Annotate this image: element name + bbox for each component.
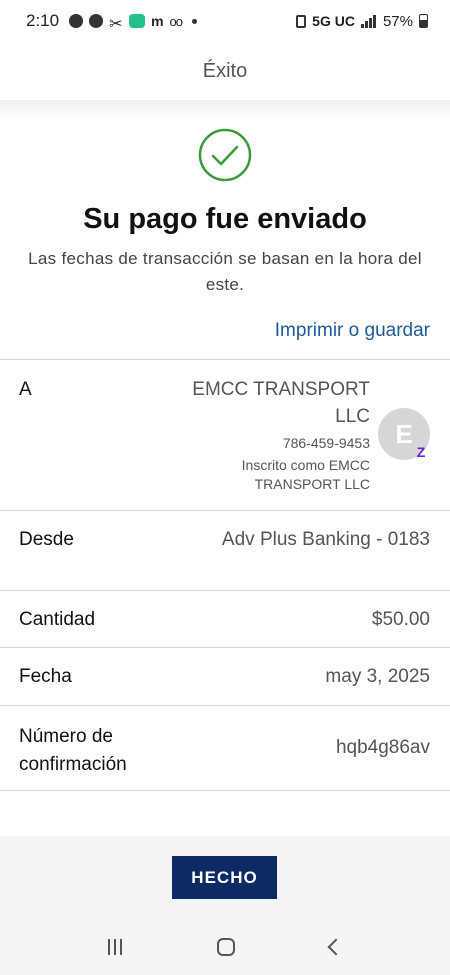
back-icon[interactable] <box>327 938 345 955</box>
header: Éxito <box>0 42 450 100</box>
app-notification-icon: ✂ <box>109 16 123 33</box>
divider <box>0 510 450 511</box>
page-title: Éxito <box>202 59 248 82</box>
signal-icon <box>360 14 377 28</box>
confirmation-value: hqb4g86av <box>335 737 430 758</box>
battery-percent: 57% <box>382 12 413 30</box>
amount-label: Cantidad <box>19 609 96 630</box>
to-label: A <box>19 379 32 400</box>
success-subtitle: Las fechas de transacción se basan en la… <box>28 249 422 294</box>
recipient-phone: 786-459-9453 <box>282 435 370 451</box>
home-icon[interactable] <box>216 937 235 956</box>
sim-icon <box>296 14 307 28</box>
date-label: Fecha <box>19 666 72 687</box>
status-bar-right: 5G UC 57% <box>296 13 428 30</box>
date-value: may 3, 2025 <box>325 666 430 687</box>
done-button[interactable]: HECHO <box>172 856 277 899</box>
divider <box>0 359 450 360</box>
battery-icon <box>419 14 428 28</box>
amount-value: $50.00 <box>371 609 430 630</box>
messenger-icon <box>89 14 104 28</box>
zelle-icon: Z <box>416 444 426 460</box>
divider <box>0 790 450 791</box>
more-notifications-icon <box>192 18 198 24</box>
from-value: Adv Plus Banking - 0183 <box>221 529 430 550</box>
app-notification-icon <box>129 14 146 28</box>
network-label: 5G UC <box>312 13 355 29</box>
avatar-initial: E <box>395 418 413 449</box>
messenger-icon <box>69 14 84 28</box>
status-time: 2:10 <box>26 11 60 30</box>
success-check-icon <box>198 128 252 182</box>
voicemail-icon: oo <box>169 13 184 29</box>
recent-apps-icon[interactable] <box>107 938 122 955</box>
divider <box>0 705 450 706</box>
confirmation-label: Número de confirmación <box>19 726 127 775</box>
recipient-enrolled: Inscrito como EMCC TRANSPORT LLC <box>241 457 370 492</box>
print-or-save-link[interactable]: Imprimir o guardar <box>275 320 430 342</box>
recipient-info: EMCC TRANSPORT LLC 786-459-9453 Inscrito… <box>170 376 370 494</box>
divider <box>0 647 450 648</box>
success-title: Su pago fue enviado <box>83 203 367 235</box>
from-label: Desde <box>19 529 74 550</box>
recipient-name: EMCC TRANSPORT LLC <box>192 379 370 427</box>
system-nav-bar <box>0 918 450 975</box>
status-bar: 2:10 ✂ m oo 5G UC 57% <box>0 0 450 42</box>
divider <box>0 590 450 591</box>
header-shadow <box>0 100 450 122</box>
m-zone-icon: m <box>151 13 164 29</box>
status-bar-left: 2:10 ✂ m oo <box>26 11 198 33</box>
